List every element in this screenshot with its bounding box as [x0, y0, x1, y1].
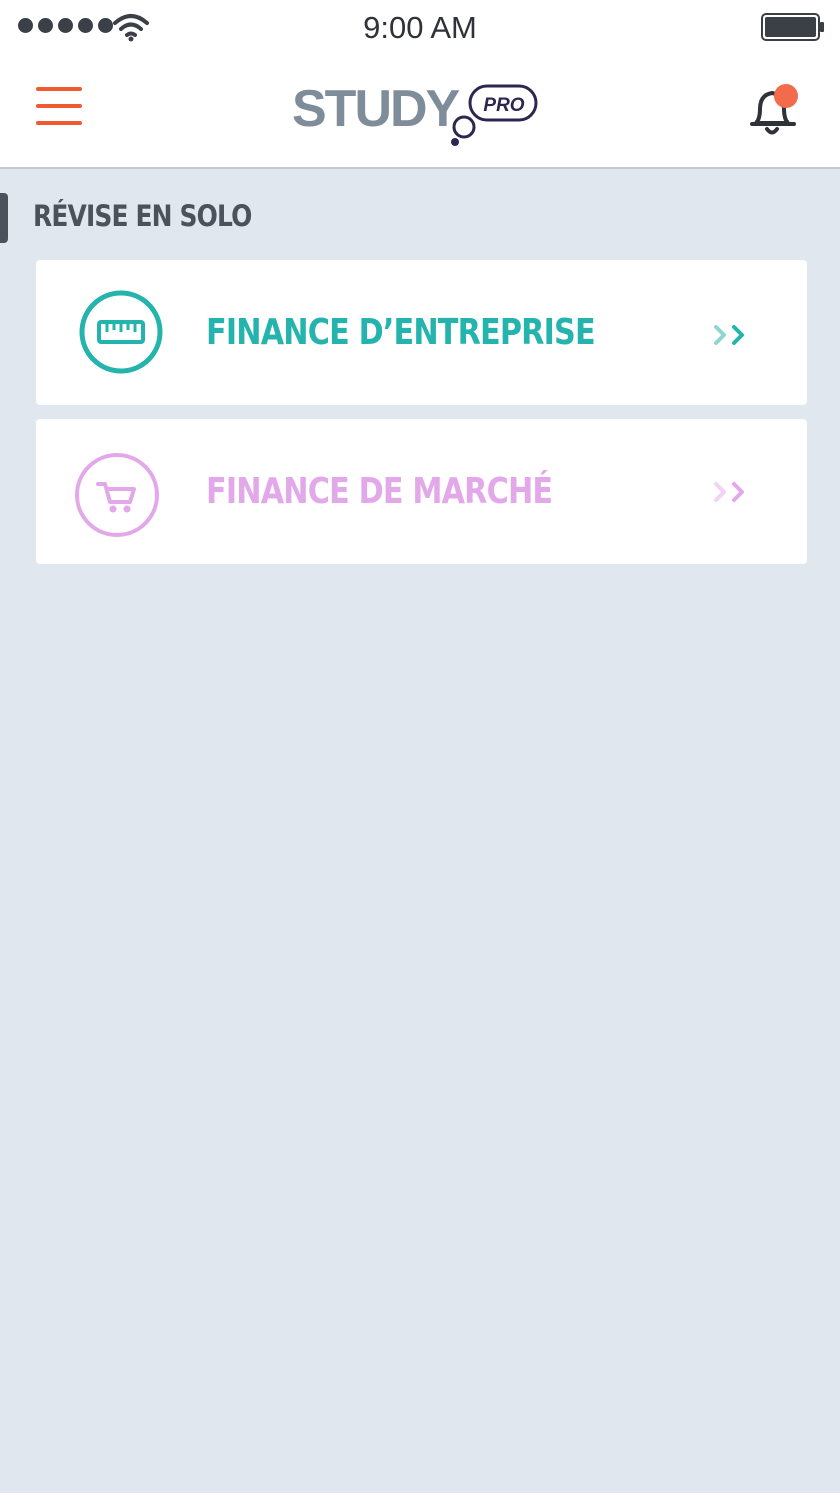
hamburger-menu-icon[interactable] [36, 85, 84, 127]
logo-pro-badge: PRO [483, 95, 525, 116]
ruler-icon [79, 290, 163, 374]
double-chevron-right-icon [714, 482, 744, 502]
card-finance-marche[interactable]: FINANCE DE MARCHÉ [36, 419, 807, 564]
status-bar: 9:00 AM [0, 0, 840, 55]
double-chevron-right-icon [714, 325, 744, 345]
section-title: RÉVISE EN SOLO [33, 199, 252, 233]
card-finance-entreprise[interactable]: FINANCE D’ENTREPRISE [36, 260, 807, 405]
logo-study-text: STUDY [292, 80, 460, 138]
status-time: 9:00 AM [363, 10, 477, 45]
card-label: FINANCE DE MARCHÉ [206, 471, 553, 512]
battery-icon [761, 13, 824, 41]
bell-icon[interactable] [748, 83, 802, 141]
app-header: STUDY PRO [0, 55, 840, 169]
shopping-cart-icon [75, 453, 159, 537]
section-marker [0, 193, 8, 243]
notification-dot [774, 84, 798, 108]
card-label: FINANCE D’ENTREPRISE [206, 312, 596, 353]
app-logo: STUDY PRO [292, 81, 542, 149]
